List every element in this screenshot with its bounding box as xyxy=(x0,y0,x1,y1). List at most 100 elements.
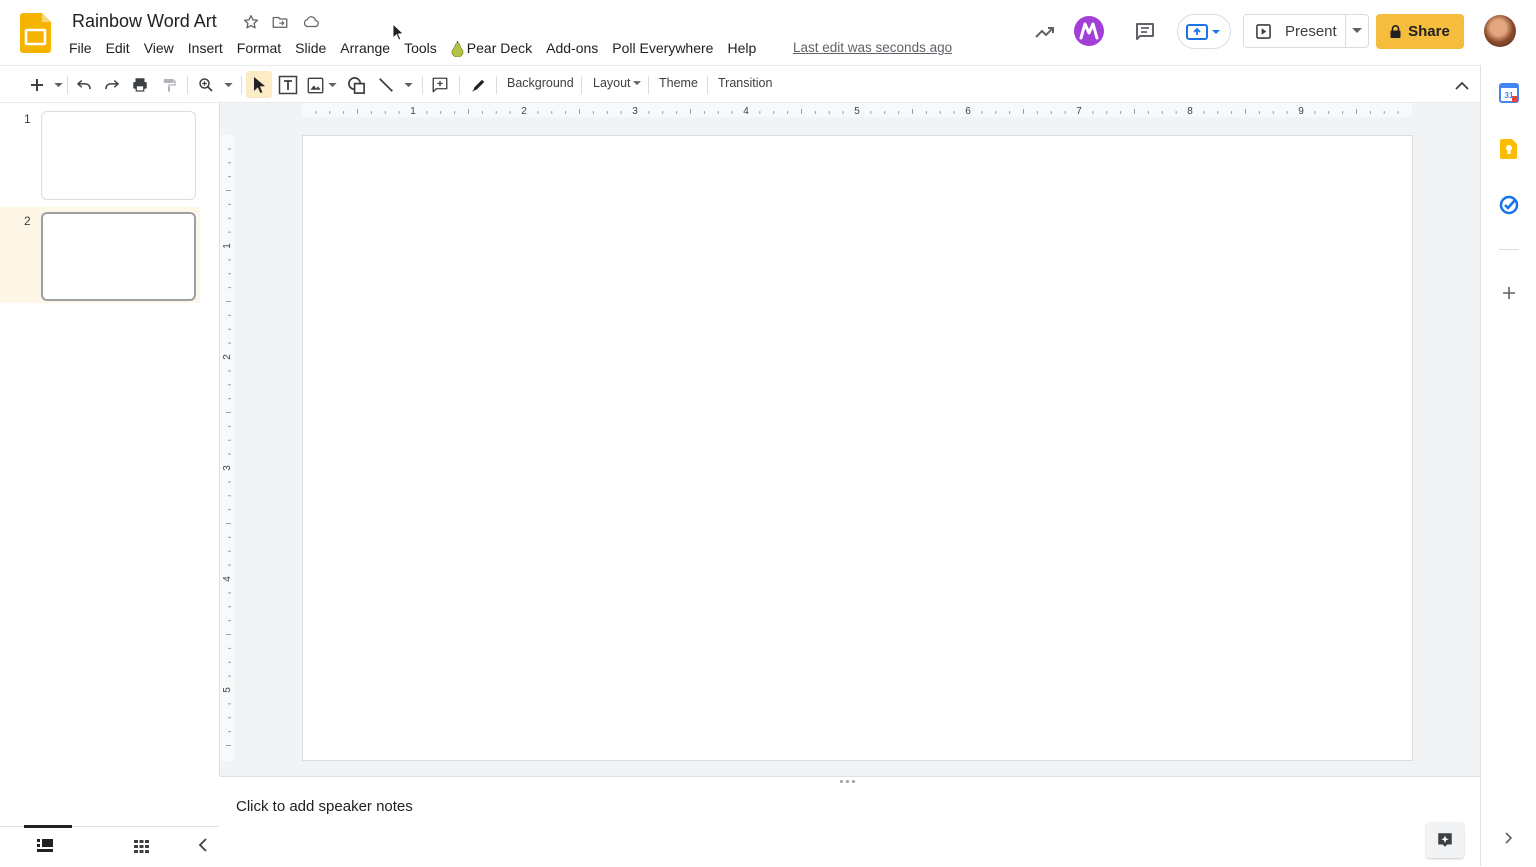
line-icon xyxy=(377,76,395,94)
present-options-dropdown[interactable] xyxy=(1346,15,1368,47)
menu-bar: File Edit View Insert Format Slide Arran… xyxy=(62,37,763,59)
undo-button[interactable] xyxy=(74,75,94,95)
star-icon[interactable] xyxy=(241,12,261,32)
menu-add-ons[interactable]: Add-ons xyxy=(539,37,605,59)
theme-button[interactable]: Theme xyxy=(659,76,698,90)
menu-tools[interactable]: Tools xyxy=(397,37,444,59)
toolbar-divider xyxy=(187,76,188,94)
slide-thumbnail[interactable] xyxy=(41,111,196,200)
pear-deck-label: Pear Deck xyxy=(466,40,533,56)
paint-format-button[interactable] xyxy=(159,75,179,95)
extension-icon[interactable] xyxy=(1073,15,1105,47)
cloud-saved-icon[interactable] xyxy=(301,12,321,32)
pen-icon xyxy=(470,76,488,94)
grid-view-button[interactable] xyxy=(134,840,149,853)
ruler-label: 1 xyxy=(222,243,233,249)
new-slide-button[interactable] xyxy=(28,75,46,95)
background-button[interactable]: Background xyxy=(507,76,574,90)
menu-help[interactable]: Help xyxy=(720,37,763,59)
menu-poll-everywhere[interactable]: Poll Everywhere xyxy=(605,37,720,59)
toolbar-divider xyxy=(241,76,242,94)
layout-button[interactable]: Layout xyxy=(593,76,641,90)
slide-thumbnail-selected[interactable] xyxy=(41,212,196,301)
document-title[interactable]: Rainbow Word Art xyxy=(72,11,217,31)
slide-number: 1 xyxy=(24,112,31,126)
grid-view-icon xyxy=(134,840,149,853)
toolbar-divider xyxy=(67,76,68,94)
zoom-dropdown[interactable] xyxy=(221,75,235,95)
ruler-label: 5 xyxy=(854,106,860,117)
active-view-indicator xyxy=(24,825,72,828)
toolbar: Background Layout Theme Transition xyxy=(0,65,1480,103)
zoom-button[interactable] xyxy=(196,75,216,95)
ruler-label: 7 xyxy=(1076,106,1082,117)
cursor-arrow-icon xyxy=(251,76,267,94)
select-tool[interactable] xyxy=(249,75,269,95)
paint-format-icon xyxy=(161,76,177,94)
ruler-label: 9 xyxy=(1298,106,1304,117)
speaker-notes-input[interactable]: Click to add speaker notes xyxy=(236,798,413,815)
notes-resize-handle[interactable] xyxy=(840,780,855,783)
menu-edit[interactable]: Edit xyxy=(99,37,137,59)
zoom-icon xyxy=(197,76,215,94)
comment-history-icon[interactable] xyxy=(1132,20,1158,44)
insert-image-dropdown[interactable] xyxy=(325,75,339,95)
show-side-panel-button[interactable] xyxy=(1498,827,1520,849)
collapse-filmstrip-button[interactable] xyxy=(198,838,208,852)
filmstrip-slide-1[interactable]: 1 xyxy=(0,108,200,204)
explore-button[interactable] xyxy=(1426,822,1464,858)
side-panel: 31 xyxy=(1480,65,1536,866)
caret-down-icon xyxy=(223,82,233,88)
explore-icon xyxy=(1436,831,1454,849)
menu-slide[interactable]: Slide xyxy=(288,37,333,59)
menu-insert[interactable]: Insert xyxy=(181,37,230,59)
add-icon[interactable] xyxy=(1498,282,1520,304)
menu-view[interactable]: View xyxy=(137,37,181,59)
filmstrip-view-icon xyxy=(37,839,53,853)
calendar-day: 31 xyxy=(1505,91,1514,100)
transition-button[interactable]: Transition xyxy=(718,76,772,90)
tasks-icon[interactable] xyxy=(1498,194,1520,216)
pen-button[interactable] xyxy=(469,75,489,95)
hide-menus-button[interactable] xyxy=(1452,75,1472,95)
horizontal-ruler: 1 2 3 4 5 6 7 8 9 xyxy=(302,103,1412,117)
line-tool[interactable] xyxy=(376,75,396,95)
filmstrip-view-button[interactable] xyxy=(37,839,53,853)
filmstrip-slide-2[interactable]: 2 xyxy=(0,207,200,303)
meet-present-button[interactable] xyxy=(1177,14,1231,49)
play-slideshow-icon xyxy=(1256,23,1271,39)
vertical-ruler: 1 2 3 4 5 xyxy=(220,135,234,761)
keep-icon[interactable] xyxy=(1498,138,1520,160)
menu-pear-deck[interactable]: Pear Deck xyxy=(444,37,539,59)
caret-down-icon xyxy=(53,82,63,88)
print-icon xyxy=(131,76,149,94)
add-comment-icon xyxy=(431,76,449,94)
share-button[interactable]: Share xyxy=(1376,14,1464,49)
ruler-label: 3 xyxy=(222,465,233,471)
menu-format[interactable]: Format xyxy=(230,37,288,59)
account-avatar[interactable] xyxy=(1484,15,1516,47)
print-button[interactable] xyxy=(130,75,150,95)
calendar-icon[interactable]: 31 xyxy=(1498,82,1520,104)
add-comment-button[interactable] xyxy=(430,75,450,95)
last-edit-link[interactable]: Last edit was seconds ago xyxy=(793,40,952,55)
menu-arrange[interactable]: Arrange xyxy=(333,37,397,59)
pear-deck-icon xyxy=(451,40,464,57)
caret-down-icon xyxy=(632,80,641,86)
side-panel-divider xyxy=(1499,249,1519,250)
line-tool-dropdown[interactable] xyxy=(401,75,415,95)
caret-down-icon xyxy=(403,82,413,88)
share-label: Share xyxy=(1408,23,1450,40)
slides-logo[interactable] xyxy=(20,13,52,53)
new-slide-layout-dropdown[interactable] xyxy=(51,75,65,95)
text-box-tool[interactable] xyxy=(277,75,299,95)
slide-canvas[interactable] xyxy=(302,135,1413,761)
shape-tool[interactable] xyxy=(345,75,367,95)
activity-dashboard-icon[interactable] xyxy=(1032,20,1058,44)
insert-image-tool[interactable] xyxy=(305,75,325,95)
menu-file[interactable]: File xyxy=(62,37,99,59)
move-to-folder-icon[interactable] xyxy=(270,12,290,32)
redo-button[interactable] xyxy=(102,75,122,95)
present-button[interactable]: Present xyxy=(1244,15,1346,47)
ruler-label: 1 xyxy=(410,106,416,117)
